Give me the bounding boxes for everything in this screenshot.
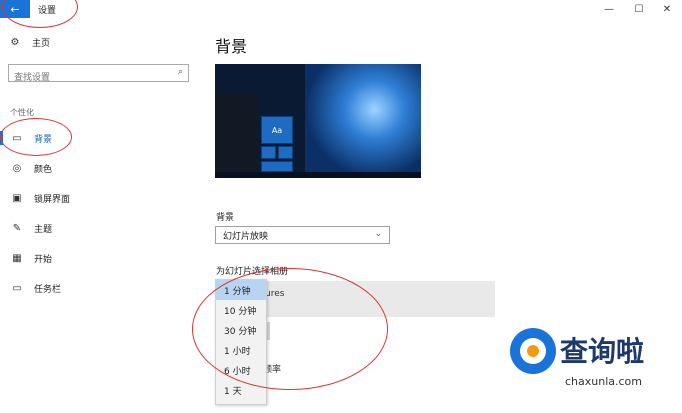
preview-tile [261, 161, 293, 172]
preview-tile [261, 146, 276, 159]
preview-tile-aa: Aa [261, 116, 293, 144]
search-box[interactable]: ⌕ [8, 64, 189, 86]
maximize-button[interactable]: ☐ [624, 0, 654, 18]
picture-icon: ▭ [12, 132, 22, 144]
watermark-url: chaxunla.com [565, 375, 642, 388]
taskbar-icon: ▭ [12, 282, 22, 294]
sidebar: ⚙ 主页 ⌕ 个性化 ▭ 背景 ◎ 颜色 ▣ 锁屏界面 ✎ 主题 ▦ 开始 ▭ … [0, 18, 200, 413]
sidebar-item-label: 锁屏界面 [34, 194, 71, 205]
album-name: ures [265, 289, 285, 299]
sidebar-item-start[interactable]: ▦ 开始 [0, 249, 200, 267]
background-select-value: 幻灯片放映 [223, 231, 269, 242]
dropdown-option[interactable]: 10 分钟 [216, 300, 266, 320]
minimize-button[interactable]: — [594, 0, 624, 18]
preview-taskbar [215, 172, 421, 178]
dropdown-option[interactable]: 1 小时 [216, 340, 266, 360]
close-button[interactable]: ✕ [652, 0, 682, 18]
active-indicator [0, 131, 3, 145]
chevron-down-icon: ⌄ [374, 229, 382, 239]
section-label: 个性化 [10, 108, 34, 117]
dropdown-option[interactable]: 30 分钟 [216, 320, 266, 340]
wallpaper-light [305, 64, 421, 178]
search-input[interactable] [9, 70, 169, 86]
dropdown-option[interactable]: 1 分钟 [216, 280, 266, 300]
sidebar-item-label: 主页 [32, 39, 51, 49]
sidebar-item-label: 主题 [34, 224, 53, 235]
sidebar-item-lock-screen[interactable]: ▣ 锁屏界面 [0, 189, 200, 207]
preview-tile [278, 146, 293, 159]
watermark-text: 查询啦 [560, 335, 645, 368]
preview-tiles: Aa [261, 116, 309, 172]
search-icon[interactable]: ⌕ [178, 67, 183, 77]
background-preview: Aa [215, 64, 421, 178]
gear-icon: ⚙ [10, 37, 20, 48]
page-title: 背景 [215, 37, 248, 56]
sidebar-item-home[interactable]: ⚙ 主页 [8, 36, 51, 49]
theme-icon: ✎ [12, 222, 22, 234]
sidebar-item-label: 背景 [34, 134, 53, 145]
sidebar-item-label: 颜色 [34, 164, 53, 175]
sidebar-item-background[interactable]: ▭ 背景 [0, 129, 200, 147]
dropdown-option[interactable]: 6 小时 [216, 360, 266, 380]
sidebar-item-colors[interactable]: ◎ 颜色 [0, 159, 200, 177]
palette-icon: ◎ [12, 162, 22, 174]
title-bar: ← 设置 — ☐ ✕ [0, 0, 682, 18]
lock-screen-icon: ▣ [12, 192, 22, 204]
start-icon: ▦ [12, 252, 22, 264]
frequency-dropdown[interactable]: 1 分钟 10 分钟 30 分钟 1 小时 6 小时 1 天 [215, 279, 267, 405]
back-button[interactable]: ← [0, 0, 30, 18]
sidebar-item-label: 开始 [34, 254, 53, 265]
album-label: 为幻灯片选择相册 [216, 267, 289, 277]
sidebar-item-taskbar[interactable]: ▭ 任务栏 [0, 279, 200, 297]
sidebar-item-label: 任务栏 [34, 284, 62, 295]
watermark-logo [510, 328, 556, 374]
sidebar-item-themes[interactable]: ✎ 主题 [0, 219, 200, 237]
arrow-left-icon: ← [10, 2, 20, 16]
app-title: 设置 [38, 6, 57, 16]
preview-start-panel [215, 94, 257, 178]
background-label: 背景 [216, 213, 235, 223]
background-select[interactable]: 幻灯片放映 ⌄ [215, 226, 390, 244]
dropdown-option[interactable]: 1 天 [216, 380, 266, 400]
